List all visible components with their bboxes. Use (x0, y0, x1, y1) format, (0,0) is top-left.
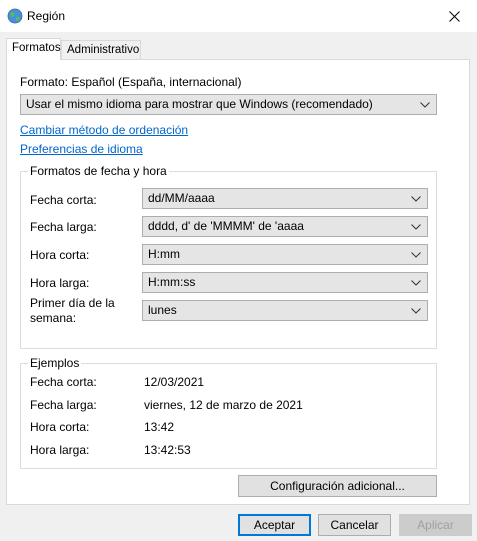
first-day-label-line1: Primer día de la (30, 296, 115, 310)
close-button[interactable] (431, 0, 477, 32)
short-time-label: Hora corta: (30, 248, 90, 262)
chevron-down-icon (419, 95, 431, 114)
datetime-formats-legend: Formatos de fecha y hora (28, 164, 169, 178)
chevron-down-icon (410, 245, 422, 264)
additional-settings-button[interactable]: Configuración adicional... (238, 475, 437, 497)
short-date-value: dd/MM/aaaa (148, 191, 215, 205)
first-day-select[interactable]: lunes (142, 300, 428, 321)
sort-method-link[interactable]: Cambiar método de ordenación (20, 123, 188, 137)
format-label: Formato: Español (España, internacional) (20, 75, 242, 89)
example-short-time-value: 13:42 (144, 420, 175, 434)
short-date-select[interactable]: dd/MM/aaaa (142, 188, 428, 209)
long-date-label: Fecha larga: (30, 220, 97, 234)
example-short-date-label: Fecha corta: (30, 375, 97, 389)
long-time-select[interactable]: H:mm:ss (142, 272, 428, 293)
first-day-value: lunes (148, 303, 177, 317)
tab-formatos[interactable]: Formatos (6, 38, 61, 60)
window-title: Región (27, 9, 66, 23)
long-date-select[interactable]: dddd, d' de 'MMMM' de 'aaaa (142, 216, 428, 237)
apply-button[interactable]: Aplicar (399, 514, 472, 536)
close-icon (448, 10, 460, 22)
format-select[interactable]: Usar el mismo idioma para mostrar que Wi… (20, 94, 437, 115)
example-short-time-label: Hora corta: (30, 420, 90, 434)
example-long-date-label: Fecha larga: (30, 398, 97, 412)
long-time-label: Hora larga: (30, 276, 90, 290)
tab-panel: Formato: Español (España, internacional)… (6, 59, 470, 505)
short-time-value: H:mm (148, 247, 180, 261)
short-date-label: Fecha corta: (30, 193, 97, 207)
language-preferences-link[interactable]: Preferencias de idioma (20, 142, 143, 156)
example-long-time-label: Hora larga: (30, 443, 90, 457)
example-long-date-value: viernes, 12 de marzo de 2021 (144, 398, 303, 412)
examples-legend: Ejemplos (28, 356, 82, 370)
tab-administrativo[interactable]: Administrativo (61, 40, 141, 60)
examples-group: Ejemplos Fecha corta: 12/03/2021 Fecha l… (20, 356, 437, 469)
example-long-time-value: 13:42:53 (144, 443, 191, 457)
format-select-value: Usar el mismo idioma para mostrar que Wi… (26, 97, 373, 111)
globe-icon (7, 8, 23, 24)
chevron-down-icon (410, 301, 422, 320)
accept-button[interactable]: Aceptar (238, 514, 311, 536)
short-time-select[interactable]: H:mm (142, 244, 428, 265)
chevron-down-icon (410, 189, 422, 208)
datetime-formats-group: Formatos de fecha y hora Fecha corta: dd… (20, 164, 437, 349)
first-day-label-line2: semana: (30, 311, 77, 325)
chevron-down-icon (410, 217, 422, 236)
title-bar: Región (0, 0, 477, 32)
example-short-date-value: 12/03/2021 (144, 375, 205, 389)
long-date-value: dddd, d' de 'MMMM' de 'aaaa (148, 219, 304, 233)
chevron-down-icon (410, 273, 422, 292)
cancel-button[interactable]: Cancelar (318, 514, 391, 536)
long-time-value: H:mm:ss (148, 275, 196, 289)
